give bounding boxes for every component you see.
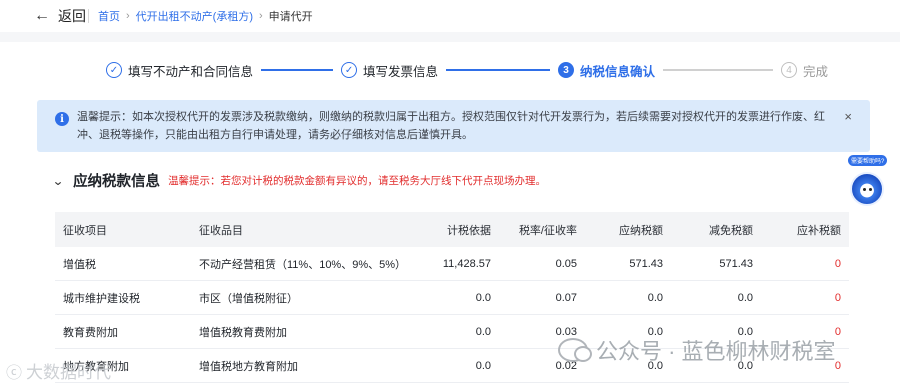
step-1: ✓ 填写不动产和合同信息 <box>106 61 253 80</box>
step-label: 纳税信息确认 <box>580 64 656 79</box>
notice-banner: i 温馨提示：如本次授权代开的发票涉及税款缴纳，则缴纳的税款归属于出租方。授权范… <box>37 100 870 152</box>
assistant-eye <box>869 188 872 191</box>
page-background <box>0 32 900 42</box>
table-row: 增值税 不动产经营租赁（11%、10%、9%、5%） 11,428.57 0.0… <box>55 247 849 281</box>
column-header: 应纳税额 <box>619 224 663 237</box>
table-cell: 0.05 <box>555 257 577 270</box>
table-cell: 0 <box>834 257 841 270</box>
watermark-text: 公众号 · 蓝色柳林财税室 <box>596 339 836 364</box>
table-cell: 增值税地方教育附加 <box>199 360 298 373</box>
table-cell: 0.0 <box>475 291 491 304</box>
column-header: 应补税额 <box>797 224 841 237</box>
arrow-left-icon: ← <box>34 7 50 24</box>
column-header: 征收品目 <box>199 224 243 237</box>
table-cell: 市区（增值税附征） <box>199 292 298 305</box>
column-header: 计税依据 <box>447 224 491 237</box>
column-header: 减免税额 <box>709 224 753 237</box>
help-bubble[interactable]: 需要帮助吗? <box>848 155 888 166</box>
progress-steps: ✓ 填写不动产和合同信息 ✓ 填写发票信息 3 纳税信息确认 4 完成 <box>106 60 828 80</box>
table-cell: 0.0 <box>737 291 753 304</box>
assistant-avatar-icon[interactable] <box>850 172 884 206</box>
wechat-icon <box>558 338 592 362</box>
step-connector <box>446 69 551 71</box>
step-3: 3 纳税信息确认 <box>558 61 655 80</box>
breadcrumb-home[interactable]: 首页 <box>98 8 120 24</box>
info-icon: i <box>55 112 69 126</box>
table-cell: 0.0 <box>475 325 491 338</box>
breadcrumb: 首页 › 代开出租不动产(承租方) › 申请代开 <box>98 8 313 24</box>
column-header: 征收项目 <box>63 224 107 237</box>
table-cell: 增值税 <box>63 258 96 271</box>
chevron-right-icon: › <box>126 10 130 22</box>
divider <box>88 9 89 23</box>
watermark-wechat: 公众号 · 蓝色柳林财税室 <box>558 334 836 366</box>
step-2: ✓ 填写发票信息 <box>341 61 438 80</box>
table-cell: 0.0 <box>475 359 491 372</box>
table-cell: 0.0 <box>647 291 663 304</box>
step-connector <box>663 69 774 71</box>
top-bar: ← 返回 首页 › 代开出租不动产(承租方) › 申请代开 <box>0 0 900 32</box>
assistant-eye <box>863 188 866 191</box>
breadcrumb-rental[interactable]: 代开出租不动产(承租方) <box>136 8 253 24</box>
watermark-logo-icon: ⓒ <box>6 364 23 382</box>
check-circle-icon: ✓ <box>341 62 358 78</box>
section-tip: 温馨提示：若您对计税的税款金额有异议的，请至税务大厅线下代开点现场办理。 <box>168 175 547 187</box>
table-cell: 571.43 <box>719 257 753 270</box>
table-cell: 教育费附加 <box>63 326 118 339</box>
step-label: 填写不动产和合同信息 <box>128 64 254 79</box>
table-row: 城市维护建设税 市区（增值税附征） 0.0 0.07 0.0 0.0 0 <box>55 281 849 315</box>
table-cell: 0 <box>834 291 841 304</box>
back-label: 返回 <box>58 8 86 24</box>
table-cell: 0.07 <box>555 291 577 304</box>
table-cell: 城市维护建设税 <box>63 292 140 305</box>
notice-text: 温馨提示：如本次授权代开的发票涉及税款缴纳，则缴纳的税款归属于出租方。授权范围仅… <box>77 111 825 141</box>
table-cell: 571.43 <box>629 257 663 270</box>
table-header: 征收项目 征收品目 计税依据 税率/征收率 应纳税额 减免税额 应补税额 <box>55 212 849 247</box>
back-button[interactable]: ← 返回 <box>34 6 86 26</box>
table-cell: 11,428.57 <box>442 257 491 270</box>
step-connector <box>261 69 334 71</box>
step-4: 4 完成 <box>781 61 828 80</box>
step-number-icon: 4 <box>781 62 798 78</box>
step-label: 完成 <box>803 64 829 79</box>
section-header[interactable]: ⌄ 应纳税款信息 温馨提示：若您对计税的税款金额有异议的，请至税务大厅线下代开点… <box>52 170 547 191</box>
table-cell: 增值税教育费附加 <box>199 326 287 339</box>
watermark-left: ⓒ 大数据时代 <box>6 358 111 383</box>
section-title: 应纳税款信息 <box>73 174 161 190</box>
chevron-down-icon[interactable]: ⌄ <box>52 174 64 188</box>
close-icon[interactable]: × <box>844 109 852 124</box>
step-number-icon: 3 <box>558 62 575 78</box>
breadcrumb-current: 申请代开 <box>268 11 313 23</box>
check-circle-icon: ✓ <box>106 62 122 78</box>
column-header: 税率/征收率 <box>518 224 577 237</box>
step-label: 填写发票信息 <box>363 64 439 79</box>
chevron-right-icon: › <box>259 10 263 22</box>
watermark-text: 大数据时代 <box>26 363 112 382</box>
table-cell: 不动产经营租赁（11%、10%、9%、5%） <box>199 258 407 271</box>
